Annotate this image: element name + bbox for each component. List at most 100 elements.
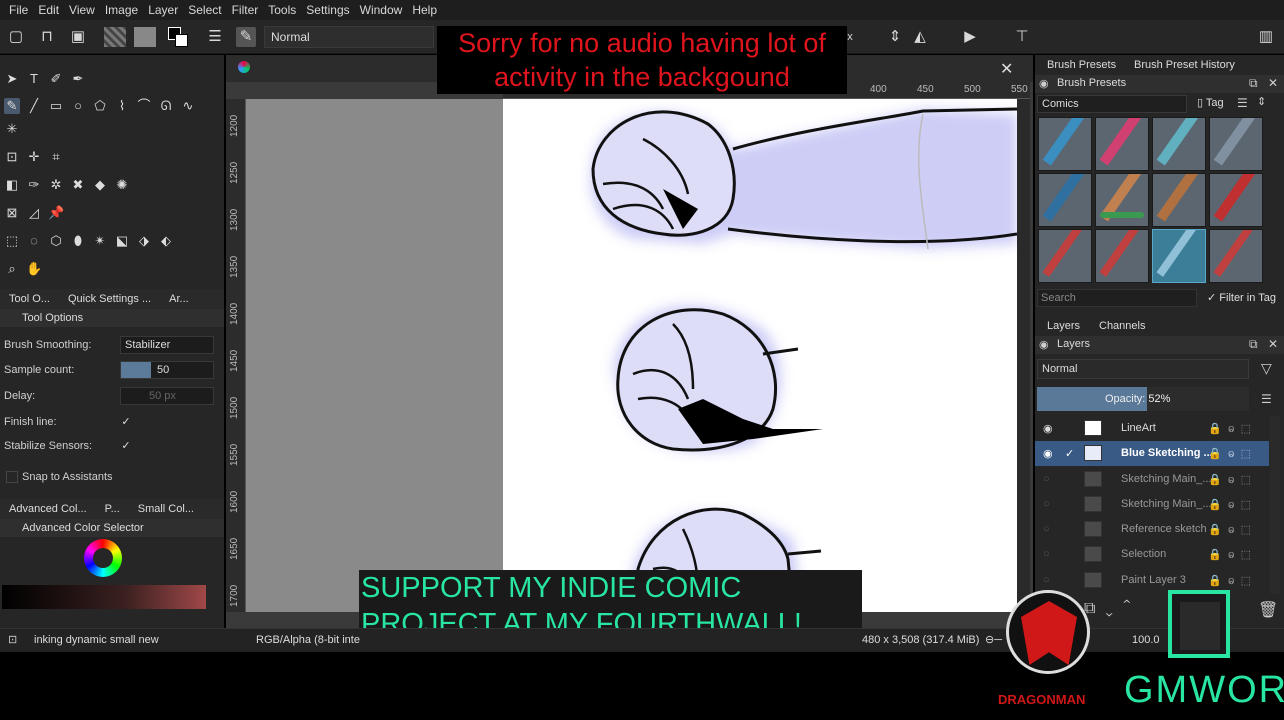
float-layers-icon[interactable]: ⧉ <box>1249 337 1258 352</box>
layer-row-reference-sketch[interactable]: ○ Reference sketch 🔒ⱺ⬚ <box>1035 517 1269 542</box>
layer-filter-icon[interactable]: ▽ <box>1261 360 1272 377</box>
zoom-slider-icon[interactable]: ⊖─ <box>985 633 1002 646</box>
bezier-tool-icon[interactable]: ⌒ <box>136 98 152 114</box>
mirror-horizontal-icon[interactable]: ◭ <box>910 27 930 47</box>
select-shapes-icon[interactable]: ➤ <box>4 71 20 87</box>
menu-layer[interactable]: Layer <box>143 0 183 20</box>
layer-lock-alpha-icons[interactable]: 🔒ⱺ⬚ <box>1208 473 1257 486</box>
dock-panel-icon[interactable]: ▥ <box>1256 27 1276 47</box>
crop-tool-icon[interactable]: ⌗ <box>48 149 64 165</box>
visibility-off-icon[interactable]: ○ <box>1043 548 1050 560</box>
snap-assistants-checkbox[interactable] <box>6 471 18 483</box>
reference-tool-icon[interactable]: 📌 <box>48 205 64 221</box>
layer-lock-alpha-icons[interactable]: 🔒ⱺ⬚ <box>1208 523 1257 536</box>
layer-lock-alpha-icons[interactable]: 🔒ⱺ⬚ <box>1208 498 1257 511</box>
tab-quick-settings[interactable]: Quick Settings ... <box>59 289 160 309</box>
layer-row-blue-sketching[interactable]: ◉ ✓ Blue Sketching ... 🔒ⱺ⬚ <box>1035 441 1269 466</box>
visibility-off-icon[interactable]: ○ <box>1043 498 1050 510</box>
drawing-canvas[interactable] <box>503 99 1017 612</box>
text-tool-icon[interactable]: T <box>26 71 42 87</box>
menu-window[interactable]: Window <box>355 0 408 20</box>
sample-count-slider[interactable]: 50 <box>120 361 214 379</box>
gradient-pattern-icon[interactable] <box>104 27 126 47</box>
brush-preset-icon[interactable]: ✎ <box>236 27 256 47</box>
tab-brush-preset-history[interactable]: Brush Preset History <box>1134 59 1235 71</box>
transform-tool-icon[interactable]: ⊡ <box>4 149 20 165</box>
freehand-path-icon[interactable]: ᘏ <box>158 98 174 114</box>
view-options-icon[interactable]: ☰ <box>1237 96 1248 110</box>
save-icon[interactable]: ▣ <box>68 27 88 47</box>
tab-palette[interactable]: P... <box>96 499 129 519</box>
pan-tool-icon[interactable]: ✋ <box>26 261 42 277</box>
brush-settings-icon[interactable]: ☰ <box>205 27 225 47</box>
delay-field[interactable]: 50 px <box>120 387 214 405</box>
measure-tool-icon[interactable]: ◿ <box>26 205 42 221</box>
rect-select-icon[interactable]: ⬚ <box>4 233 20 249</box>
color-gradient-strip[interactable] <box>2 585 206 609</box>
menu-filter[interactable]: Filter <box>227 0 264 20</box>
layer-lock-alpha-icons[interactable]: 🔒ⱺ⬚ <box>1208 447 1257 460</box>
visibility-eye-icon[interactable]: ◉ <box>1043 447 1053 460</box>
layers-scrollbar[interactable] <box>1270 416 1280 594</box>
layer-row-sketching-main-1[interactable]: ○ Sketching Main_... 🔒ⱺ⬚ <box>1035 467 1269 492</box>
layer-actions-bar[interactable]: ⧉⌄⌃ <box>1084 600 1141 618</box>
polygon-tool-icon[interactable]: ⬠ <box>92 98 108 114</box>
assistant-tool-icon[interactable]: ⊠ <box>4 205 20 221</box>
bezier-select-icon[interactable]: ⬗ <box>136 233 152 249</box>
brush-scroll-icon[interactable]: ⇕ <box>1257 95 1266 108</box>
layer-lock-alpha-icons[interactable]: 🔒ⱺ⬚ <box>1208 574 1257 587</box>
polygon-select-icon[interactable]: ⬡ <box>48 233 64 249</box>
menu-select[interactable]: Select <box>183 0 226 20</box>
mirror-vertical-icon[interactable]: ▶ <box>960 27 980 47</box>
tab-brush-presets[interactable]: Brush Presets <box>1047 59 1116 71</box>
tab-advanced-color[interactable]: Advanced Col... <box>0 499 96 519</box>
wrap-around-icon[interactable]: ⊤ <box>1012 27 1032 47</box>
brush-preset-3[interactable] <box>1152 117 1206 171</box>
tag-button[interactable]: ▯ Tag <box>1197 96 1224 109</box>
layer-menu-icon[interactable]: ☰ <box>1261 392 1272 406</box>
filter-in-tag-checkbox[interactable]: ✓ Filter in Tag <box>1207 291 1276 304</box>
layer-blend-select[interactable]: Normal <box>1037 359 1249 379</box>
tab-ar[interactable]: Ar... <box>160 289 198 309</box>
tab-layers[interactable]: Layers <box>1047 320 1080 332</box>
color-picker-icon[interactable]: ✑ <box>26 177 42 193</box>
float-panel-icon[interactable]: ⧉ <box>1249 76 1258 91</box>
menu-help[interactable]: Help <box>407 0 442 20</box>
brush-preset-7[interactable] <box>1152 173 1206 227</box>
visibility-off-icon[interactable]: ○ <box>1043 523 1050 535</box>
freehand-select-icon[interactable]: ⬮ <box>70 233 86 249</box>
layer-lock-alpha-icons[interactable]: 🔒ⱺ⬚ <box>1208 548 1257 561</box>
colorize-mask-icon[interactable]: ✖ <box>70 177 86 193</box>
ellipse-select-icon[interactable]: ◌ <box>26 233 42 249</box>
edit-shapes-icon[interactable]: ✐ <box>48 71 64 87</box>
canvas-offpage[interactable] <box>246 99 503 612</box>
brush-preset-1[interactable] <box>1038 117 1092 171</box>
layer-row-lineart[interactable]: ◉ LineArt 🔒ⱺ⬚ <box>1035 416 1269 441</box>
zoom-tool-icon[interactable]: ⌕ <box>4 261 20 277</box>
pattern-fill-icon[interactable]: ✺ <box>114 177 130 193</box>
layer-lock-alpha-icons[interactable]: 🔒ⱺ⬚ <box>1208 422 1257 435</box>
menu-image[interactable]: Image <box>100 0 143 20</box>
blend-mode-select[interactable]: Normal <box>264 26 434 48</box>
magnetic-select-icon[interactable]: ⬖ <box>158 233 174 249</box>
delete-layer-icon[interactable]: 🗑 <box>1258 600 1278 620</box>
rectangle-tool-icon[interactable]: ▭ <box>48 98 64 114</box>
visibility-off-icon[interactable]: ○ <box>1043 574 1050 586</box>
brush-preset-4[interactable] <box>1209 117 1263 171</box>
fill-tool-icon[interactable]: ◆ <box>92 177 108 193</box>
visibility-off-icon[interactable]: ○ <box>1043 473 1050 485</box>
new-document-icon[interactable]: ▢ <box>6 27 26 47</box>
brush-preset-11-selected[interactable] <box>1152 229 1206 283</box>
layer-row-selection[interactable]: ○ Selection 🔒ⱺ⬚ <box>1035 542 1269 567</box>
tab-small-color[interactable]: Small Col... <box>129 499 203 519</box>
finish-line-checkbox[interactable]: ✓ <box>120 416 132 428</box>
tab-tool-options[interactable]: Tool O... <box>0 289 59 309</box>
brush-preset-12[interactable] <box>1209 229 1263 283</box>
dynamic-brush-icon[interactable]: ∿ <box>180 98 196 114</box>
gradient-tool-icon[interactable]: ◧ <box>4 177 20 193</box>
brush-preset-8[interactable] <box>1209 173 1263 227</box>
magic-wand-icon[interactable]: ✴ <box>92 233 108 249</box>
multibrush-icon[interactable]: ✳ <box>4 121 20 137</box>
color-wheel[interactable] <box>84 539 122 577</box>
brush-preset-10[interactable] <box>1095 229 1149 283</box>
